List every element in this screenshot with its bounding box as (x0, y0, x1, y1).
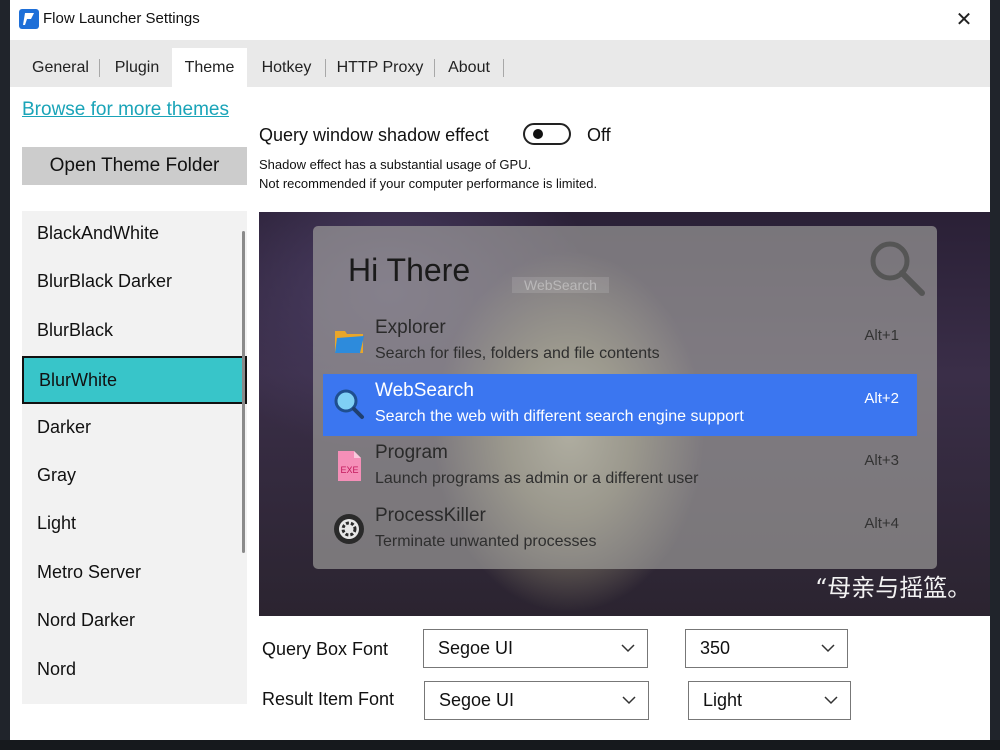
tab-separator (503, 59, 504, 77)
result-hotkey: Alt+4 (864, 515, 899, 532)
theme-item-light[interactable]: Light (22, 501, 247, 549)
result-hotkey: Alt+2 (864, 390, 899, 407)
query-font-label: Query Box Font (262, 639, 389, 659)
theme-item-darker[interactable]: Darker (22, 405, 247, 453)
result-title: WebSearch (375, 380, 474, 401)
open-theme-folder-button[interactable]: Open Theme Folder (22, 147, 247, 185)
theme-item-gray[interactable]: Gray (22, 453, 247, 501)
tab-bar: General Plugin Theme Hotkey HTTP Proxy A… (10, 40, 990, 87)
result-subtitle: Terminate unwanted processes (375, 533, 597, 550)
background-window-right (990, 0, 1000, 750)
result-font-dropdown[interactable]: Segoe UI (424, 681, 649, 720)
result-title: Program (375, 442, 448, 463)
chevron-down-icon (821, 644, 835, 653)
shadow-effect-state: Off (587, 125, 611, 145)
query-font-weight-value: 350 (700, 638, 731, 658)
preview-query-text: Hi There (348, 252, 471, 288)
exe-file-icon: EXE (333, 450, 365, 482)
chevron-down-icon (622, 696, 636, 705)
exe-icon-label: EXE (340, 465, 358, 475)
query-font-weight-dropdown[interactable]: 350 (685, 629, 848, 668)
chevron-down-icon (824, 696, 838, 705)
search-icon (865, 236, 929, 305)
folder-icon (333, 325, 365, 357)
theme-item-metro-server[interactable]: Metro Server (22, 550, 247, 598)
settings-window: Flow Launcher Settings ✕ General Plugin … (10, 0, 990, 740)
search-icon (333, 388, 365, 420)
preview-result-item: Explorer Search for files, folders and f… (323, 311, 917, 373)
preview-result-item-selected: WebSearch Search the web with different … (323, 374, 917, 436)
result-font-value: Segoe UI (439, 690, 515, 710)
result-hotkey: Alt+3 (864, 452, 899, 469)
theme-item-nord[interactable]: Nord (22, 647, 247, 695)
wallpaper-caption: “母亲与摇篮。 (815, 574, 972, 602)
shadow-note-line-1: Shadow effect has a substantial usage of… (259, 157, 532, 172)
preview-launcher-window: Hi There Explorer Search for files, fold… (313, 226, 937, 569)
query-font-dropdown[interactable]: Segoe UI (423, 629, 648, 668)
preview-result-item: EXE Program Launch programs as admin or … (323, 436, 917, 498)
chevron-down-icon (621, 644, 635, 653)
theme-list[interactable]: BlackAndWhite BlurBlack Darker BlurBlack… (22, 211, 247, 704)
background-taskbar (0, 740, 1000, 750)
result-font-weight-dropdown[interactable]: Light (688, 681, 851, 720)
result-subtitle: Search the web with different search eng… (375, 408, 744, 425)
shadow-effect-note: Shadow effect has a substantial usage of… (259, 155, 597, 193)
query-font-value: Segoe UI (438, 638, 514, 658)
theme-item-blurblack-darker[interactable]: BlurBlack Darker (22, 259, 247, 307)
shadow-note-line-2: Not recommended if your computer perform… (259, 176, 598, 191)
shadow-effect-label: Query window shadow effect (259, 125, 489, 145)
title-bar: Flow Launcher Settings ✕ (10, 0, 990, 40)
theme-item-blurblack[interactable]: BlurBlack (22, 308, 247, 356)
theme-preview: Hi There Explorer Search for files, fold… (259, 212, 990, 616)
result-hotkey: Alt+1 (864, 327, 899, 344)
toggle-knob (533, 129, 543, 139)
theme-item-blurwhite[interactable]: BlurWhite (22, 356, 247, 404)
tab-theme[interactable]: Theme (172, 48, 247, 87)
theme-item-nord-darker[interactable]: Nord Darker (22, 598, 247, 646)
theme-list-scrollbar[interactable] (242, 231, 245, 553)
result-title: Explorer (375, 317, 446, 338)
tab-hotkey[interactable]: Hotkey (249, 48, 324, 87)
preview-ghost-text: WebSearch (512, 277, 609, 293)
tab-plugin[interactable]: Plugin (100, 48, 174, 87)
result-font-weight-value: Light (703, 690, 743, 710)
flow-launcher-logo-icon (19, 9, 39, 29)
result-subtitle: Launch programs as admin or a different … (375, 470, 699, 487)
background-window-left (0, 0, 10, 750)
theme-item-blackandwhite[interactable]: BlackAndWhite (22, 211, 247, 259)
preview-result-item: ProcessKiller Terminate unwanted process… (323, 499, 917, 561)
tab-about[interactable]: About (435, 48, 503, 87)
window-title: Flow Launcher Settings (43, 10, 200, 27)
tab-http-proxy[interactable]: HTTP Proxy (326, 48, 434, 87)
tab-general[interactable]: General (22, 48, 99, 87)
close-icon[interactable]: ✕ (950, 6, 978, 34)
browse-themes-link[interactable]: Browse for more themes (22, 99, 229, 121)
result-subtitle: Search for files, folders and file conte… (375, 345, 660, 362)
process-killer-icon (333, 513, 365, 545)
shadow-effect-toggle[interactable] (523, 123, 571, 145)
result-font-label: Result Item Font (262, 689, 395, 709)
result-title: ProcessKiller (375, 505, 486, 526)
